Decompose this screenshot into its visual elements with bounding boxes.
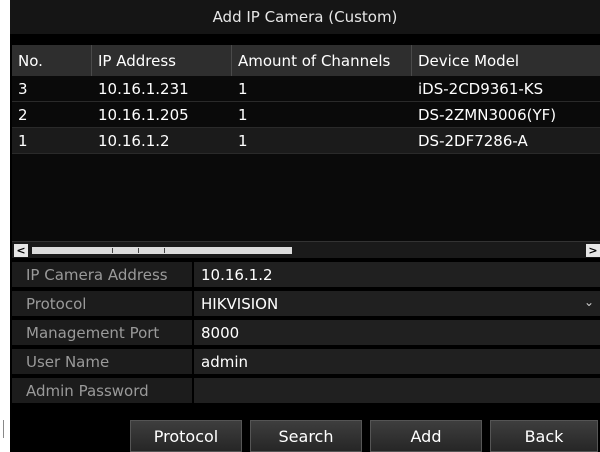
thumb-grip bbox=[112, 248, 113, 253]
chevron-down-icon[interactable]: ⌄ bbox=[584, 295, 594, 309]
cell-channels: 1 bbox=[238, 80, 248, 98]
management-port-field[interactable]: 8000 bbox=[194, 320, 600, 346]
column-header-ip-address[interactable]: IP Address bbox=[92, 45, 232, 76]
add-ip-camera-dialog: Add IP Camera (Custom) No. IP Address Am… bbox=[10, 0, 600, 452]
thumb-grip bbox=[164, 248, 165, 253]
arrow-right-icon[interactable]: > bbox=[586, 244, 600, 257]
protocol-select[interactable]: HIKVISION ⌄ bbox=[194, 291, 600, 317]
protocol-selected-value: HIKVISION bbox=[201, 294, 279, 313]
dialog-title-bar: Add IP Camera (Custom) bbox=[10, 0, 600, 34]
protocol-button[interactable]: Protocol bbox=[130, 420, 242, 452]
column-header-amount-of-channels[interactable]: Amount of Channels bbox=[232, 45, 412, 76]
outer-margin bbox=[0, 0, 10, 452]
ip-address-field[interactable]: 10.16.1.2 bbox=[194, 262, 600, 288]
scrollbar-thumb[interactable] bbox=[32, 247, 292, 254]
table-row[interactable]: 3 10.16.1.231 1 iDS-2CD9361-KS bbox=[12, 76, 600, 102]
search-button[interactable]: Search bbox=[250, 420, 362, 452]
back-button[interactable]: Back bbox=[490, 420, 598, 452]
cell-no: 1 bbox=[18, 132, 28, 150]
management-port-row: Management Port 8000 bbox=[12, 320, 600, 346]
cell-no: 3 bbox=[18, 80, 28, 98]
management-port-label: Management Port bbox=[12, 320, 192, 346]
thumb-grip bbox=[138, 248, 139, 253]
ip-address-label: IP Camera Address bbox=[12, 262, 192, 288]
cell-device-model: DS-2DF7286-A bbox=[418, 132, 528, 150]
user-name-label: User Name bbox=[12, 349, 192, 375]
camera-list-grid: No. IP Address Amount of Channels Device… bbox=[12, 45, 600, 258]
column-header-device-model[interactable]: Device Model bbox=[412, 45, 600, 76]
cell-channels: 1 bbox=[238, 106, 248, 124]
dialog-title: Add IP Camera (Custom) bbox=[212, 8, 398, 26]
edge-mark bbox=[3, 420, 4, 438]
protocol-row: Protocol HIKVISION ⌄ bbox=[12, 291, 600, 317]
grid-header: No. IP Address Amount of Channels Device… bbox=[12, 45, 600, 76]
user-name-field[interactable]: admin bbox=[194, 349, 600, 375]
cell-device-model: iDS-2CD9361-KS bbox=[418, 80, 544, 98]
horizontal-scrollbar[interactable]: < > bbox=[12, 241, 600, 258]
ip-address-row: IP Camera Address 10.16.1.2 bbox=[12, 262, 600, 288]
admin-password-field[interactable] bbox=[194, 378, 600, 404]
cell-ip-address: 10.16.1.2 bbox=[98, 132, 170, 150]
cell-device-model: DS-2ZMN3006(YF) bbox=[418, 106, 557, 124]
cell-no: 2 bbox=[18, 106, 28, 124]
cell-ip-address: 10.16.1.231 bbox=[98, 80, 189, 98]
table-row-selected[interactable]: 1 10.16.1.2 1 DS-2DF7286-A bbox=[12, 128, 600, 154]
button-bar: Protocol Search Add Back bbox=[10, 415, 600, 452]
cell-channels: 1 bbox=[238, 132, 248, 150]
table-row[interactable]: 2 10.16.1.205 1 DS-2ZMN3006(YF) bbox=[12, 102, 600, 128]
admin-password-label: Admin Password bbox=[12, 378, 192, 404]
cell-ip-address: 10.16.1.205 bbox=[98, 106, 189, 124]
column-header-no[interactable]: No. bbox=[12, 45, 92, 76]
admin-password-row: Admin Password bbox=[12, 378, 600, 404]
protocol-label: Protocol bbox=[12, 291, 192, 317]
arrow-left-icon[interactable]: < bbox=[14, 244, 28, 257]
add-button[interactable]: Add bbox=[370, 420, 482, 452]
user-name-row: User Name admin bbox=[12, 349, 600, 375]
